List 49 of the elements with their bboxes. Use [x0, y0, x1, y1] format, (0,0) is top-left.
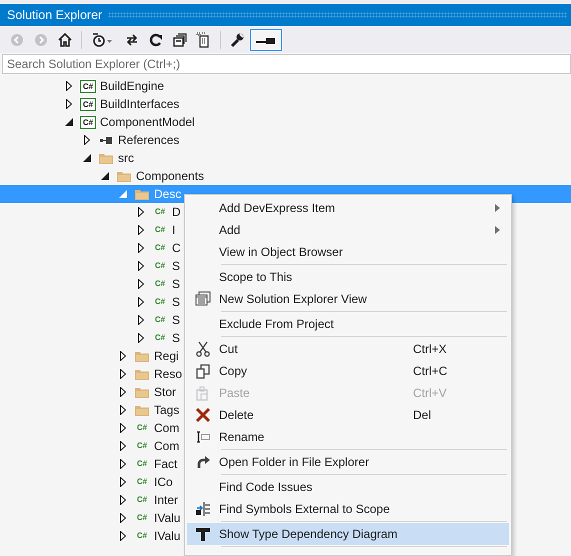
- file-icon: C#: [134, 494, 150, 506]
- tree-item-label: S: [172, 276, 180, 293]
- file-icon: C#: [152, 260, 168, 272]
- tree-item-label: src: [118, 150, 134, 167]
- shortcut-label: Ctrl+V: [413, 386, 447, 400]
- file-icon: C#: [152, 278, 168, 290]
- file-icon: C#: [134, 440, 150, 452]
- file-icon: C#: [152, 296, 168, 308]
- tree-item-label: Com: [154, 420, 180, 437]
- file-icon: C#: [134, 476, 150, 488]
- tree-item-label: Components: [136, 168, 204, 185]
- tree-item-label: Stor: [154, 384, 176, 401]
- tree-item-label: I: [172, 222, 176, 239]
- tree-item-label: IValu: [154, 528, 180, 545]
- tree-item-label: BuildEngine: [100, 78, 164, 95]
- project-icon: C#: [80, 116, 96, 128]
- tree-item-label: S: [172, 258, 180, 275]
- tree-item-label: Desc: [154, 186, 182, 203]
- tree-item-label: Com: [154, 438, 180, 455]
- tree-item-label: ComponentModel: [100, 114, 195, 131]
- tree-item-label: Tags: [154, 402, 180, 419]
- tree-item-label: Regi: [154, 348, 179, 365]
- tree-item-label: D: [172, 204, 181, 221]
- file-icon: C#: [152, 314, 168, 326]
- tree-item-label: S: [172, 330, 180, 347]
- tree-item-label: C: [172, 240, 181, 257]
- tree-item-label: S: [172, 294, 180, 311]
- file-icon: C#: [134, 530, 150, 542]
- shortcut-label: Del: [413, 408, 432, 422]
- tree-item-label: S: [172, 312, 180, 329]
- project-icon: C#: [80, 98, 96, 110]
- tree-item-label: ICo: [154, 474, 173, 491]
- file-icon: C#: [152, 206, 168, 218]
- window-title: Solution Explorer: [7, 6, 102, 24]
- project-icon: C#: [80, 80, 96, 92]
- file-icon: C#: [134, 422, 150, 434]
- file-icon: C#: [152, 224, 168, 236]
- file-icon: C#: [134, 458, 150, 470]
- tree-item-label: Fact: [154, 456, 178, 473]
- file-icon: C#: [152, 332, 168, 344]
- shortcut-label: Ctrl+X: [413, 342, 447, 356]
- file-icon: C#: [152, 242, 168, 254]
- file-icon: C#: [134, 512, 150, 524]
- tree-item-label: BuildInterfaces: [100, 96, 180, 113]
- tree-item-label: Reso: [154, 366, 182, 383]
- tree-item-label: Inter: [154, 492, 178, 509]
- shortcut-label: Ctrl+C: [413, 364, 448, 378]
- tree-item-label: References: [118, 132, 180, 149]
- tree-item-label: IValu: [154, 510, 180, 527]
